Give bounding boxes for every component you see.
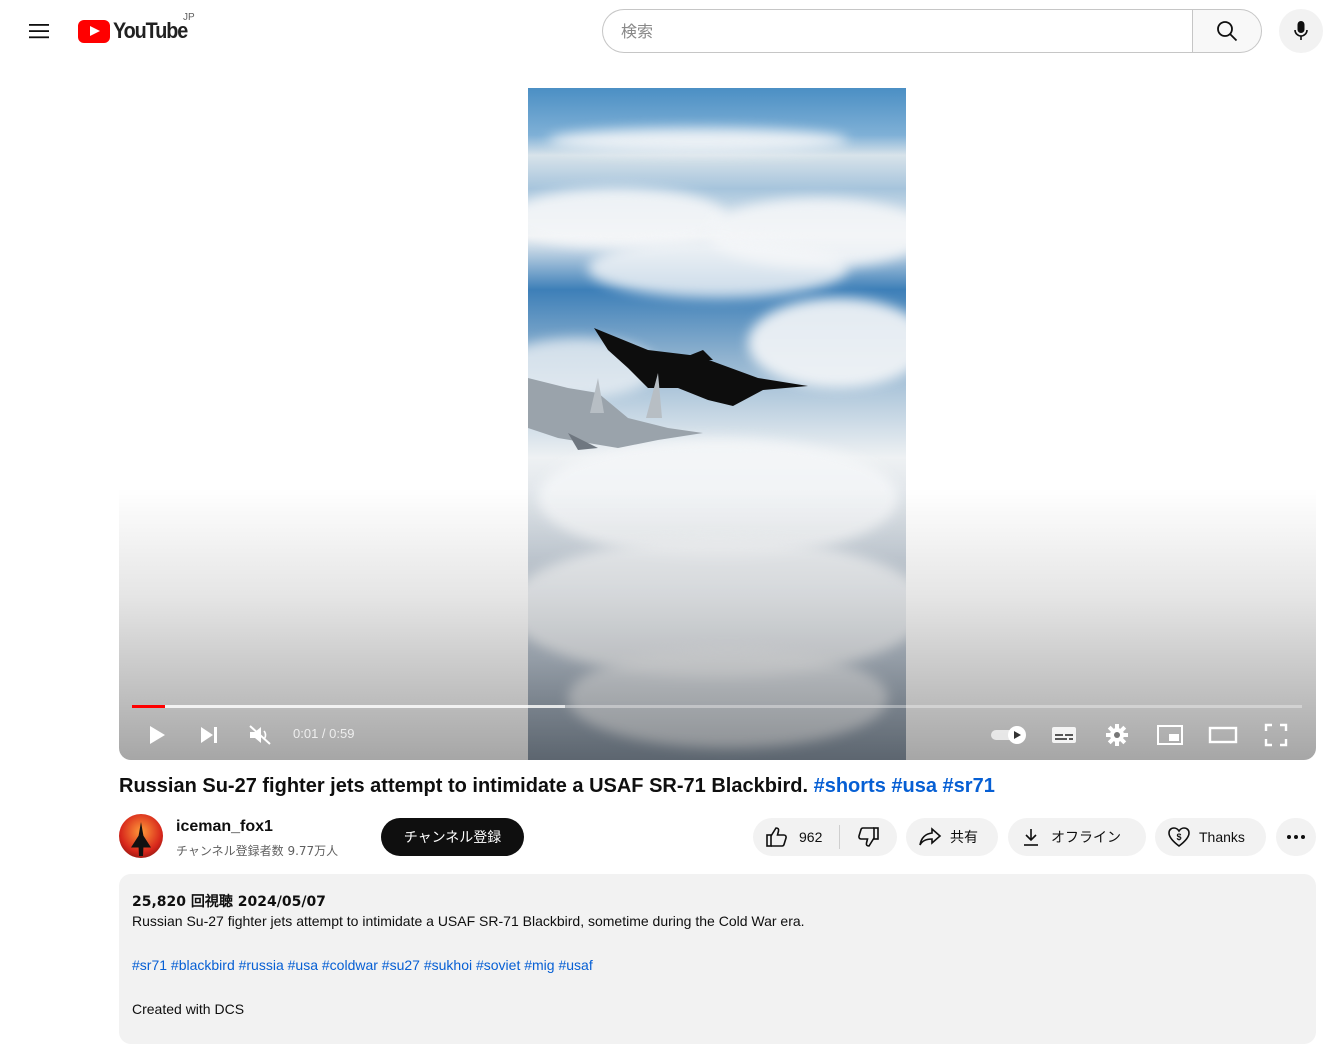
autoplay-toggle-icon	[991, 726, 1026, 744]
description-footer: Created with DCS	[132, 1001, 245, 1017]
settings-button[interactable]	[1102, 720, 1132, 750]
logo-wordmark: YouTube	[113, 18, 188, 43]
buffered-bar	[132, 705, 565, 708]
youtube-play-logo-icon	[78, 19, 110, 43]
hamburger-menu-icon	[29, 24, 49, 39]
like-dislike-group: 962	[753, 818, 897, 856]
miniplayer-icon	[1157, 725, 1183, 745]
next-icon	[201, 727, 217, 743]
subscribe-button[interactable]: チャンネル登録	[381, 818, 524, 856]
download-icon	[1024, 829, 1038, 846]
youtube-logo[interactable]: YouTube JP	[78, 12, 195, 44]
jets-illustration	[528, 328, 808, 450]
thumbs-down-icon	[858, 827, 879, 847]
svg-text:$: $	[1176, 832, 1181, 842]
download-button[interactable]: オフライン	[1008, 818, 1146, 856]
search-icon	[1217, 21, 1238, 42]
menu-button[interactable]	[22, 14, 56, 48]
views-and-date: 25,820 回視聴 2024/05/07	[132, 894, 326, 910]
gear-icon	[1106, 724, 1128, 746]
voice-search-button[interactable]	[1279, 9, 1323, 53]
description-box[interactable]: 25,820 回視聴 2024/05/07 Russian Su-27 figh…	[119, 874, 1316, 1044]
theater-mode-icon	[1208, 726, 1238, 744]
played-bar	[132, 705, 165, 708]
volume-muted-icon	[249, 725, 271, 745]
more-actions-button[interactable]	[1276, 818, 1316, 856]
thanks-label: Thanks	[1199, 829, 1245, 845]
video-title-text: Russian Su-27 fighter jets attempt to in…	[119, 775, 809, 797]
play-icon	[150, 726, 165, 744]
subtitles-icon	[1052, 727, 1076, 743]
microphone-icon	[1294, 21, 1308, 40]
time-display: 0:01 / 0:59	[293, 726, 355, 741]
play-button[interactable]	[143, 720, 171, 750]
subscriber-count: チャンネル登録者数 9.77万人	[176, 844, 339, 858]
description-text: Russian Su-27 fighter jets attempt to in…	[132, 913, 805, 929]
video-player[interactable]: 0:01 / 0:59	[119, 88, 1316, 760]
heart-dollar-icon: $	[1168, 827, 1190, 848]
fullscreen-button[interactable]	[1261, 720, 1291, 750]
miniplayer-button[interactable]	[1155, 720, 1185, 750]
autoplay-toggle[interactable]	[989, 720, 1029, 750]
share-button[interactable]: 共有	[906, 818, 998, 856]
thanks-button[interactable]: $ Thanks	[1155, 818, 1266, 856]
download-label: オフライン	[1051, 830, 1121, 846]
theater-mode-button[interactable]	[1207, 720, 1239, 750]
search-bar	[602, 9, 1262, 53]
video-title: Russian Su-27 fighter jets attempt to in…	[119, 775, 995, 798]
like-count: 962	[799, 829, 823, 845]
channel-avatar[interactable]	[119, 814, 163, 858]
title-hashtags[interactable]: #shorts #usa #sr71	[814, 775, 995, 797]
video-frame[interactable]	[528, 88, 906, 760]
like-button[interactable]: 962	[753, 818, 839, 856]
dislike-button[interactable]	[840, 818, 896, 856]
search-input[interactable]	[602, 9, 1192, 53]
share-icon	[919, 827, 942, 846]
progress-bar[interactable]	[132, 705, 1302, 708]
search-button[interactable]	[1192, 9, 1262, 53]
description-hashtags[interactable]: #sr71 #blackbird #russia #usa #coldwar #…	[132, 957, 593, 973]
next-button[interactable]	[195, 720, 223, 750]
more-horizontal-icon	[1287, 835, 1305, 839]
channel-name[interactable]: iceman_fox1	[176, 818, 273, 836]
mute-button[interactable]	[245, 720, 275, 750]
thumbs-up-icon	[766, 827, 787, 847]
fullscreen-icon	[1264, 723, 1288, 747]
share-label: 共有	[950, 830, 978, 846]
region-code: JP	[183, 12, 195, 23]
subtitles-button[interactable]	[1049, 720, 1079, 750]
